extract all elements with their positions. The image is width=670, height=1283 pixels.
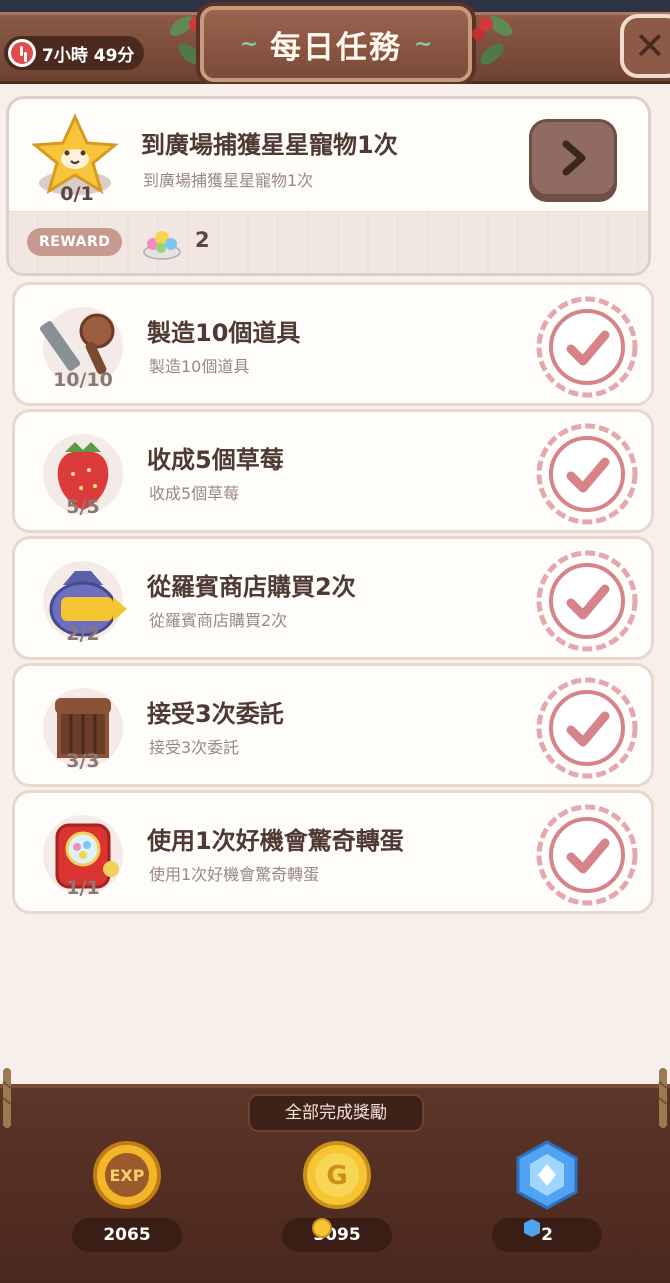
quest-title: 收成5個草莓 xyxy=(147,446,284,474)
quest-title: 使用1次好機會驚奇轉蛋 xyxy=(147,827,404,855)
all-complete-reward-footer: 全部完成獎勵 EXP 2065 G 3095 2 xyxy=(0,1068,670,1283)
close-button[interactable]: ✕ xyxy=(620,14,670,78)
completed-stamp-icon xyxy=(536,423,638,525)
chevron-right-icon xyxy=(562,140,586,176)
completed-stamp-icon xyxy=(536,804,638,906)
quest-subtitle: 接受3次委託 xyxy=(149,738,240,757)
reward-exp: EXP 2065 xyxy=(62,1140,192,1260)
alarm-clock-icon xyxy=(8,39,36,67)
exp-coin-icon: EXP xyxy=(93,1141,161,1209)
holly-berries-icon xyxy=(472,16,513,65)
timer-text: 7小時 49分 xyxy=(42,45,135,66)
completed-stamp-icon xyxy=(536,677,638,779)
quest-progress: 1/1 xyxy=(66,877,100,899)
right-swirl-decoration: ~ xyxy=(414,31,433,57)
blue-gem-icon xyxy=(524,1219,540,1237)
reward-gold: G 3095 xyxy=(272,1140,402,1260)
quest-card: 3/3 接受3次委託 接受3次委託 xyxy=(12,663,654,787)
gold-coin-icon: G xyxy=(303,1141,371,1209)
quest-panel: 0/1 到廣場捕獲星星寵物1次 到廣場捕獲星星寵物1次 REWARD 2 10/… xyxy=(0,84,670,1094)
quest-card: 1/1 使用1次好機會驚奇轉蛋 使用1次好機會驚奇轉蛋 xyxy=(12,790,654,914)
title-plaque: ~ 每日任務 ~ xyxy=(200,6,472,82)
quest-progress: 5/5 xyxy=(66,496,100,518)
blue-gem-icon xyxy=(516,1140,578,1210)
quest-title: 到廣場捕獲星星寵物1次 xyxy=(141,131,398,159)
left-swirl-decoration: ~ xyxy=(239,31,258,57)
quest-subtitle: 到廣場捕獲星星寵物1次 xyxy=(143,171,314,190)
rope-decoration xyxy=(2,1068,12,1128)
quest-title: 接受3次委託 xyxy=(147,700,284,728)
quest-progress: 10/10 xyxy=(53,369,113,391)
quest-progress: 2/2 xyxy=(66,623,100,645)
go-button[interactable] xyxy=(529,119,617,197)
reward-gem: 2 xyxy=(482,1140,612,1260)
active-quest-card[interactable]: 0/1 到廣場捕獲星星寵物1次 到廣場捕獲星星寵物1次 REWARD 2 xyxy=(6,96,651,276)
quest-subtitle: 使用1次好機會驚奇轉蛋 xyxy=(149,865,320,884)
reward-amount: 2 xyxy=(492,1218,602,1252)
svg-text:EXP: EXP xyxy=(110,1166,145,1185)
reward-count: 2 xyxy=(195,228,210,252)
reward-band: REWARD 2 xyxy=(9,211,648,273)
timer-badge: 7小時 49分 xyxy=(4,36,145,70)
all-complete-reward-label: 全部完成獎勵 xyxy=(248,1094,424,1132)
quest-progress: 3/3 xyxy=(66,750,100,772)
quest-subtitle: 從羅賓商店購買2次 xyxy=(149,611,288,630)
quest-progress: 0/1 xyxy=(60,183,94,205)
completed-stamp-icon xyxy=(536,550,638,652)
close-icon: ✕ xyxy=(634,24,666,68)
quest-card: 2/2 從羅賓商店購買2次 從羅賓商店購買2次 xyxy=(12,536,654,660)
gold-coin-icon xyxy=(312,1218,332,1238)
svg-text:G: G xyxy=(326,1161,347,1191)
reward-label: REWARD xyxy=(27,228,123,256)
reward-amount: 2065 xyxy=(72,1218,182,1252)
page-title: 每日任務 xyxy=(270,29,402,66)
quest-card: 5/5 收成5個草莓 收成5個草莓 xyxy=(12,409,654,533)
completed-stamp-icon xyxy=(536,296,638,398)
quest-title: 製造10個道具 xyxy=(147,319,301,347)
quest-title: 從羅賓商店購買2次 xyxy=(147,573,356,601)
quest-subtitle: 製造10個道具 xyxy=(149,357,250,376)
quest-subtitle: 收成5個草莓 xyxy=(149,484,240,503)
reward-amount: 3095 xyxy=(282,1218,392,1252)
rope-decoration xyxy=(658,1068,668,1128)
colorful-food-bowl-icon xyxy=(143,231,181,260)
quest-card: 10/10 製造10個道具 製造10個道具 xyxy=(12,282,654,406)
